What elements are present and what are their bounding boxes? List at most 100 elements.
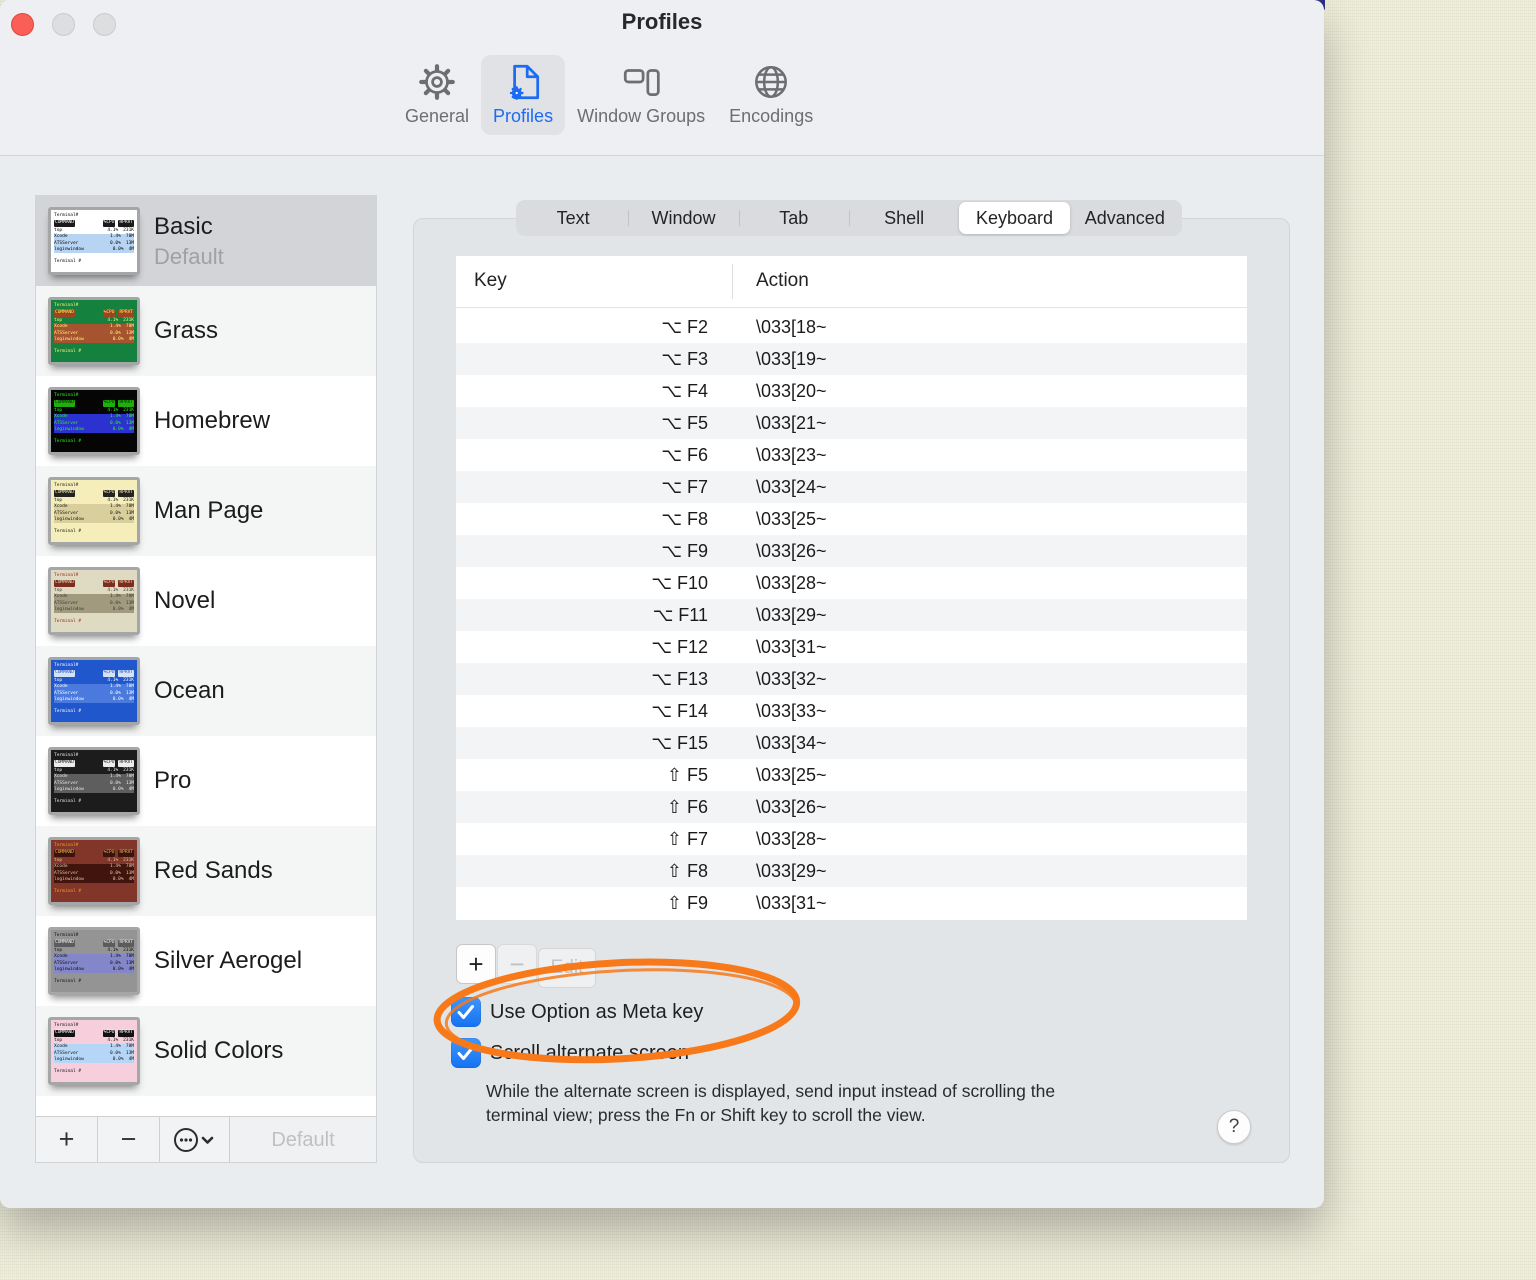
- thumb-header-row: COMMAND %CPU RPRVT: [54, 400, 134, 407]
- thumb-title: Terminal#: [54, 483, 79, 488]
- thumb-prompt: Terminal #: [54, 259, 82, 265]
- action-cell: \033[25~: [756, 509, 827, 529]
- add-profile-button[interactable]: +: [36, 1117, 98, 1162]
- thumb-title: Terminal#: [54, 573, 79, 578]
- profile-list-item[interactable]: Terminal# COMMAND %CPU RPRVT top 4.1% 23…: [36, 196, 376, 286]
- thumb-header-row: COMMAND %CPU RPRVT: [54, 760, 134, 767]
- profile-settings-panel: Text Window Tab Shell Keyboard Advanced: [413, 200, 1290, 1163]
- thumb-prompt: Terminal #: [54, 349, 82, 355]
- table-row[interactable]: ⌥ F12 \033[31~: [456, 631, 1247, 663]
- table-row[interactable]: ⌥ F2 \033[18~: [456, 311, 1247, 343]
- table-row[interactable]: ⌥ F13 \033[32~: [456, 663, 1247, 695]
- profiles-list: Terminal# COMMAND %CPU RPRVT top 4.1% 23…: [36, 196, 376, 1116]
- profile-list-item[interactable]: Terminal# COMMAND %CPU RPRVT top 4.1% 23…: [36, 286, 376, 376]
- table-row[interactable]: ⇧ F6 \033[26~: [456, 791, 1247, 823]
- profiles-sidebar: Terminal# COMMAND %CPU RPRVT top 4.1% 23…: [35, 195, 377, 1163]
- profile-list-item[interactable]: Terminal# COMMAND %CPU RPRVT top 4.1% 23…: [36, 1006, 376, 1096]
- profile-thumbnail: Terminal# COMMAND %CPU RPRVT top 4.1% 23…: [48, 207, 140, 275]
- checkmark-icon: [457, 1005, 474, 1019]
- tab[interactable]: Text: [518, 202, 628, 234]
- table-row[interactable]: ⌥ F11 \033[29~: [456, 599, 1247, 631]
- thumb-title: Terminal#: [54, 393, 79, 398]
- action-cell: \033[28~: [756, 573, 827, 593]
- action-cell: \033[26~: [756, 541, 827, 561]
- action-cell: \033[34~: [756, 733, 827, 753]
- profile-name: Homebrew: [154, 407, 271, 434]
- thumb-proc-row: loginwindow 0.0% 4M: [54, 337, 134, 344]
- thumb-header-row: COMMAND %CPU RPRVT: [54, 490, 134, 497]
- thumb-prompt: Terminal #: [54, 439, 82, 445]
- ellipsis-circle-chevron-icon: [173, 1127, 213, 1152]
- table-row[interactable]: ⌥ F4 \033[20~: [456, 375, 1247, 407]
- key-cell: ⌥ F6: [661, 445, 708, 465]
- tab[interactable]: Tab: [738, 202, 849, 234]
- thumb-proc-row: loginwindow 0.0% 4M: [54, 787, 134, 794]
- thumb-title: Terminal#: [54, 303, 79, 308]
- action-cell: \033[18~: [756, 317, 827, 337]
- action-cell: \033[20~: [756, 381, 827, 401]
- table-row[interactable]: ⌥ F5 \033[21~: [456, 407, 1247, 439]
- toolbar-item-encodings[interactable]: Encodings: [717, 55, 825, 135]
- thumb-prompt: Terminal #: [54, 1069, 82, 1075]
- toolbar-label: Window Groups: [577, 106, 706, 126]
- profile-actions-menu-button[interactable]: [160, 1117, 230, 1162]
- table-row[interactable]: ⌥ F9 \033[26~: [456, 535, 1247, 567]
- use-option-as-meta-checkbox[interactable]: [451, 997, 481, 1027]
- key-cell: ⌥ F14: [651, 701, 708, 721]
- key-cell: ⇧ F8: [666, 861, 708, 881]
- table-row[interactable]: ⌥ F6 \033[23~: [456, 439, 1247, 471]
- tab[interactable]: Window: [628, 202, 738, 234]
- toolbar-item-profiles[interactable]: Profiles: [481, 55, 566, 135]
- profile-list-item[interactable]: Terminal# COMMAND %CPU RPRVT top 4.1% 23…: [36, 736, 376, 826]
- profile-thumbnail: Terminal# COMMAND %CPU RPRVT top 4.1% 23…: [48, 387, 140, 455]
- table-row[interactable]: ⌥ F3 \033[19~: [456, 343, 1247, 375]
- action-cell: \033[31~: [756, 637, 827, 657]
- scroll-alternate-screen-checkbox[interactable]: [451, 1038, 481, 1068]
- profile-list-item[interactable]: Terminal# COMMAND %CPU RPRVT top 4.1% 23…: [36, 916, 376, 1006]
- tab[interactable]: Advanced: [1070, 202, 1180, 234]
- terminal-preferences-window: Profiles General Profiles Window Groups …: [0, 0, 1325, 1208]
- thumb-proc-row: loginwindow 0.0% 4M: [54, 427, 134, 434]
- profile-tabs: Text Window Tab Shell Keyboard Advanced: [516, 200, 1182, 236]
- remove-profile-button[interactable]: −: [98, 1117, 160, 1162]
- tab[interactable]: Keyboard: [959, 202, 1070, 234]
- table-row[interactable]: ⇧ F5 \033[25~: [456, 759, 1247, 791]
- key-cell: ⌥ F4: [661, 381, 708, 401]
- profile-document-icon: [502, 61, 544, 103]
- checkmark-icon: [457, 1046, 474, 1060]
- add-shortcut-button[interactable]: +: [456, 944, 496, 984]
- key-cell: ⌥ F2: [661, 317, 708, 337]
- remove-shortcut-button[interactable]: −: [497, 944, 537, 984]
- profile-list-item[interactable]: Terminal# COMMAND %CPU RPRVT top 4.1% 23…: [36, 466, 376, 556]
- table-row[interactable]: ⇧ F9 \033[31~: [456, 887, 1247, 919]
- thumb-title: Terminal#: [54, 663, 79, 668]
- profile-list-item[interactable]: Terminal# COMMAND %CPU RPRVT top 4.1% 23…: [36, 826, 376, 916]
- toolbar-label: Encodings: [729, 106, 814, 126]
- column-divider: [732, 264, 733, 299]
- profile-list-item[interactable]: Terminal# COMMAND %CPU RPRVT top 4.1% 23…: [36, 376, 376, 466]
- table-row[interactable]: ⌥ F8 \033[25~: [456, 503, 1247, 535]
- edit-shortcut-button[interactable]: Edit: [538, 948, 596, 988]
- profile-default-badge: Default: [154, 243, 224, 269]
- toolbar-item-general[interactable]: General: [393, 55, 481, 135]
- table-row[interactable]: ⌥ F15 \033[34~: [456, 727, 1247, 759]
- profile-list-item[interactable]: Terminal# COMMAND %CPU RPRVT top 4.1% 23…: [36, 556, 376, 646]
- key-cell: ⌥ F12: [651, 637, 708, 657]
- default-profile-button[interactable]: Default: [230, 1117, 376, 1162]
- key-cell: ⇧ F7: [666, 829, 708, 849]
- table-row[interactable]: ⌥ F14 \033[33~: [456, 695, 1247, 727]
- help-button[interactable]: ?: [1217, 1110, 1251, 1144]
- table-row[interactable]: ⇧ F8 \033[29~: [456, 855, 1247, 887]
- thumb-header-row: COMMAND %CPU RPRVT: [54, 670, 134, 677]
- profile-name: Pro: [154, 767, 192, 794]
- column-header-action[interactable]: Action: [756, 270, 809, 292]
- tab[interactable]: Shell: [848, 202, 959, 234]
- profile-name: Novel: [154, 587, 216, 614]
- profile-list-item[interactable]: Terminal# COMMAND %CPU RPRVT top 4.1% 23…: [36, 646, 376, 736]
- table-row[interactable]: ⌥ F7 \033[24~: [456, 471, 1247, 503]
- toolbar-item-window-groups[interactable]: Window Groups: [565, 55, 717, 135]
- table-row[interactable]: ⌥ F10 \033[28~: [456, 567, 1247, 599]
- column-header-key[interactable]: Key: [474, 270, 507, 292]
- profile-name: Grass: [154, 317, 219, 344]
- table-row[interactable]: ⇧ F7 \033[28~: [456, 823, 1247, 855]
